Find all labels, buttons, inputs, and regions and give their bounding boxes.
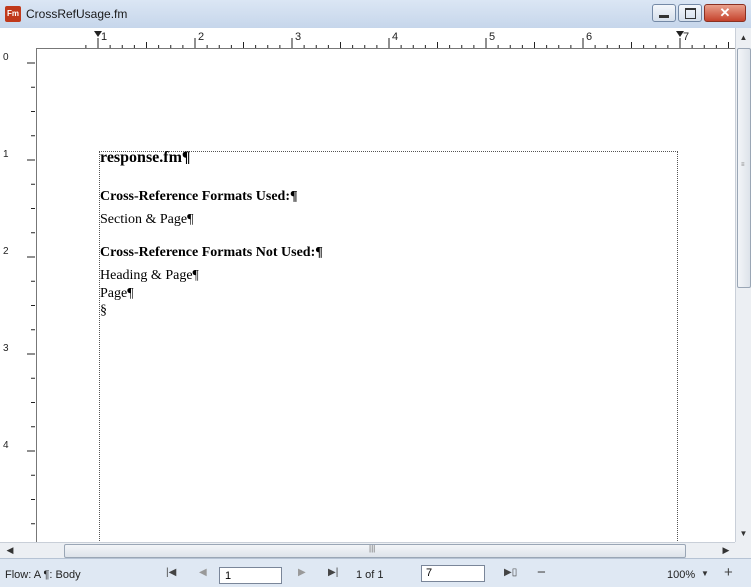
last-page-icon[interactable]: ▶| [328, 567, 338, 578]
ruler-number: 0 [3, 52, 9, 63]
ruler-number: 2 [198, 31, 204, 43]
ruler-number: 6 [586, 31, 592, 43]
horizontal-scroll-thumb[interactable]: ||| [64, 544, 686, 558]
title-bar: Fm CrossRefUsage.fm ✕ [0, 0, 751, 28]
horizontal-ruler[interactable]: 1 2 3 4 5 6 7 [0, 28, 751, 49]
status-bar: Flow: A ¶: Body |◀ ◀ 1 ▶ ▶| 1 of 1 7 ▶▯ … [0, 558, 751, 587]
page-number-input[interactable]: 1 [219, 567, 282, 584]
maximize-icon [684, 7, 696, 19]
zoom-out-icon[interactable]: − [537, 564, 546, 581]
ruler-number: 1 [101, 31, 107, 43]
maximize-button[interactable] [678, 4, 702, 22]
used-format-item[interactable]: Section & Page¶ [100, 212, 193, 228]
ruler-number: 1 [3, 149, 9, 160]
flow-tag-label: Flow: A ¶: Body [5, 569, 81, 581]
prev-page-icon[interactable]: ◀ [199, 567, 207, 578]
ruler-number: 3 [3, 343, 9, 354]
vertical-scrollbar[interactable]: ▲ ≡ ▼ [735, 28, 751, 542]
minimize-button[interactable] [652, 4, 676, 22]
goto-page-icon[interactable]: ▶▯ [504, 567, 517, 578]
goto-page-input[interactable]: 7 [421, 565, 485, 582]
not-used-format-item[interactable]: Page¶ [100, 286, 134, 302]
horizontal-ruler-scale: 1 2 3 4 5 6 7 [36, 28, 735, 48]
ruler-number: 4 [3, 440, 9, 451]
ruler-number: 3 [295, 31, 301, 43]
scroll-right-icon[interactable]: ▶ [718, 543, 734, 558]
zoom-in-icon[interactable]: + [724, 564, 733, 581]
scrollbar-corner [735, 542, 751, 558]
minimize-icon [659, 14, 669, 18]
horizontal-scrollbar[interactable]: ◀ ||| ▶ [0, 542, 735, 558]
scroll-down-icon[interactable]: ▼ [736, 524, 751, 542]
vertical-scroll-thumb[interactable]: ≡ [737, 48, 751, 288]
end-of-flow-marker: § [100, 303, 107, 318]
scroll-up-icon[interactable]: ▲ [736, 28, 751, 46]
first-page-icon[interactable]: |◀ [166, 567, 176, 578]
grip-icon: ≡ [741, 162, 745, 168]
ruler-number: 2 [3, 246, 9, 257]
vertical-ruler[interactable]: 0 1 2 3 4 [0, 48, 37, 542]
ruler-number: 5 [489, 31, 495, 43]
ruler-number: 7 [683, 31, 689, 43]
zoom-level[interactable]: 100% [667, 569, 695, 581]
text-frame[interactable] [99, 151, 678, 542]
page-count-label: 1 of 1 [356, 569, 384, 581]
ruler-background [36, 28, 735, 48]
close-icon: ✕ [719, 5, 731, 20]
window-title: CrossRefUsage.fm [26, 7, 128, 21]
zoom-dropdown-icon[interactable]: ▼ [701, 569, 709, 578]
document-heading[interactable]: response.fm¶ [100, 149, 191, 167]
document-canvas[interactable]: response.fm¶ Cross-Reference Formats Use… [37, 49, 735, 542]
ruler-number: 4 [392, 31, 398, 43]
app-icon[interactable]: Fm [5, 6, 21, 22]
not-used-formats-heading[interactable]: Cross-Reference Formats Not Used:¶ [100, 245, 323, 261]
grip-icon: ||| [369, 544, 376, 553]
not-used-format-item[interactable]: Heading & Page¶ [100, 268, 199, 284]
used-formats-heading[interactable]: Cross-Reference Formats Used:¶ [100, 189, 298, 205]
next-page-icon[interactable]: ▶ [298, 567, 306, 578]
scroll-left-icon[interactable]: ◀ [2, 543, 18, 558]
vertical-ruler-scale: 0 1 2 3 4 [3, 52, 35, 525]
close-button[interactable]: ✕ [704, 4, 746, 22]
